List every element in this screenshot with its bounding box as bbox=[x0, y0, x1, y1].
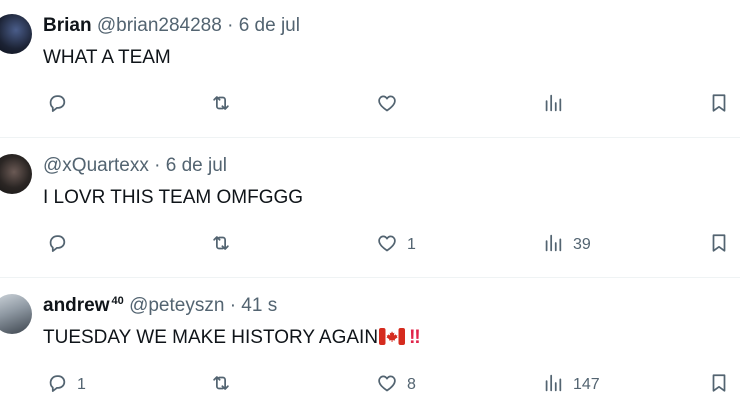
avatar[interactable] bbox=[0, 294, 32, 334]
reply-button[interactable] bbox=[46, 90, 77, 120]
views-button[interactable]: 39 bbox=[542, 230, 591, 260]
tweet-text: I LOVR THIS TEAM OMFGGG bbox=[43, 186, 303, 210]
like-button[interactable]: 8 bbox=[376, 370, 416, 400]
reply-count: 1 bbox=[77, 376, 86, 393]
timestamp[interactable]: 41 s bbox=[241, 295, 277, 316]
like-button[interactable]: 1 bbox=[376, 230, 416, 260]
user-name[interactable]: Brian bbox=[43, 15, 92, 36]
reply-feed: Brian @brian284288 · 6 de jul WHAT A TEA… bbox=[0, 0, 740, 416]
separator: · bbox=[229, 295, 237, 316]
user-name[interactable]: andrew bbox=[43, 295, 110, 316]
bookmark-icon bbox=[708, 372, 730, 399]
avatar[interactable] bbox=[0, 154, 32, 194]
like-count: 8 bbox=[407, 376, 416, 393]
separator: · bbox=[154, 155, 161, 176]
tweet[interactable]: @xQuartexx · 6 de jul I LOVR THIS TEAM O… bbox=[0, 138, 740, 278]
view-count: 147 bbox=[573, 376, 600, 393]
timestamp[interactable]: 6 de jul bbox=[166, 155, 227, 176]
user-handle[interactable]: @peteyszn bbox=[129, 295, 224, 316]
tweet-text-content: I LOVR THIS TEAM OMFGGG bbox=[43, 187, 304, 208]
views-button[interactable] bbox=[542, 90, 573, 120]
like-button[interactable] bbox=[376, 90, 407, 120]
action-bar: 1 8 147 bbox=[0, 370, 740, 400]
user-handle[interactable]: @brian284288 bbox=[97, 15, 222, 36]
reply-button[interactable]: 1 bbox=[46, 370, 86, 400]
retweet-icon bbox=[210, 232, 232, 259]
bookmark-button[interactable] bbox=[708, 90, 730, 120]
tweet-text-content: TUESDAY WE MAKE HISTORY AGAIN bbox=[43, 327, 379, 348]
name-superscript: 40 bbox=[111, 294, 124, 307]
reply-icon bbox=[46, 92, 68, 119]
retweet-button[interactable] bbox=[210, 90, 241, 120]
like-icon bbox=[376, 232, 398, 259]
tweet-text: TUESDAY WE MAKE HISTORY AGAIN ‼ bbox=[43, 326, 421, 350]
canada-flag-icon bbox=[379, 328, 406, 345]
action-bar: 1 39 bbox=[0, 230, 740, 260]
view-count: 39 bbox=[573, 236, 591, 253]
timestamp[interactable]: 6 de jul bbox=[239, 15, 300, 36]
retweet-button[interactable] bbox=[210, 370, 241, 400]
avatar[interactable] bbox=[0, 14, 32, 54]
like-icon bbox=[376, 372, 398, 399]
tweet-header: andrew 40 @peteyszn · 41 s bbox=[43, 294, 277, 318]
bookmark-icon bbox=[708, 232, 730, 259]
action-bar bbox=[0, 90, 740, 120]
separator: · bbox=[227, 15, 234, 36]
views-icon bbox=[542, 232, 564, 259]
views-icon bbox=[542, 372, 564, 399]
bookmark-button[interactable] bbox=[708, 230, 730, 260]
tweet-text-content: WHAT A TEAM bbox=[43, 47, 171, 68]
double-exclamation-icon: ‼ bbox=[409, 327, 421, 348]
retweet-icon bbox=[210, 372, 232, 399]
reply-icon bbox=[46, 232, 68, 259]
retweet-button[interactable] bbox=[210, 230, 241, 260]
like-icon bbox=[376, 92, 398, 119]
tweet-header: @xQuartexx · 6 de jul bbox=[43, 154, 227, 178]
bookmark-button[interactable] bbox=[708, 370, 730, 400]
user-handle[interactable]: @xQuartexx bbox=[43, 155, 149, 176]
tweet[interactable]: andrew 40 @peteyszn · 41 s TUESDAY WE MAK… bbox=[0, 278, 740, 416]
retweet-icon bbox=[210, 92, 232, 119]
views-button[interactable]: 147 bbox=[542, 370, 600, 400]
bookmark-icon bbox=[708, 92, 730, 119]
tweet[interactable]: Brian @brian284288 · 6 de jul WHAT A TEA… bbox=[0, 0, 740, 138]
like-count: 1 bbox=[407, 236, 416, 253]
views-icon bbox=[542, 92, 564, 119]
tweet-header: Brian @brian284288 · 6 de jul bbox=[43, 14, 300, 38]
reply-icon bbox=[46, 372, 68, 399]
reply-button[interactable] bbox=[46, 230, 77, 260]
tweet-text: WHAT A TEAM bbox=[43, 46, 171, 70]
